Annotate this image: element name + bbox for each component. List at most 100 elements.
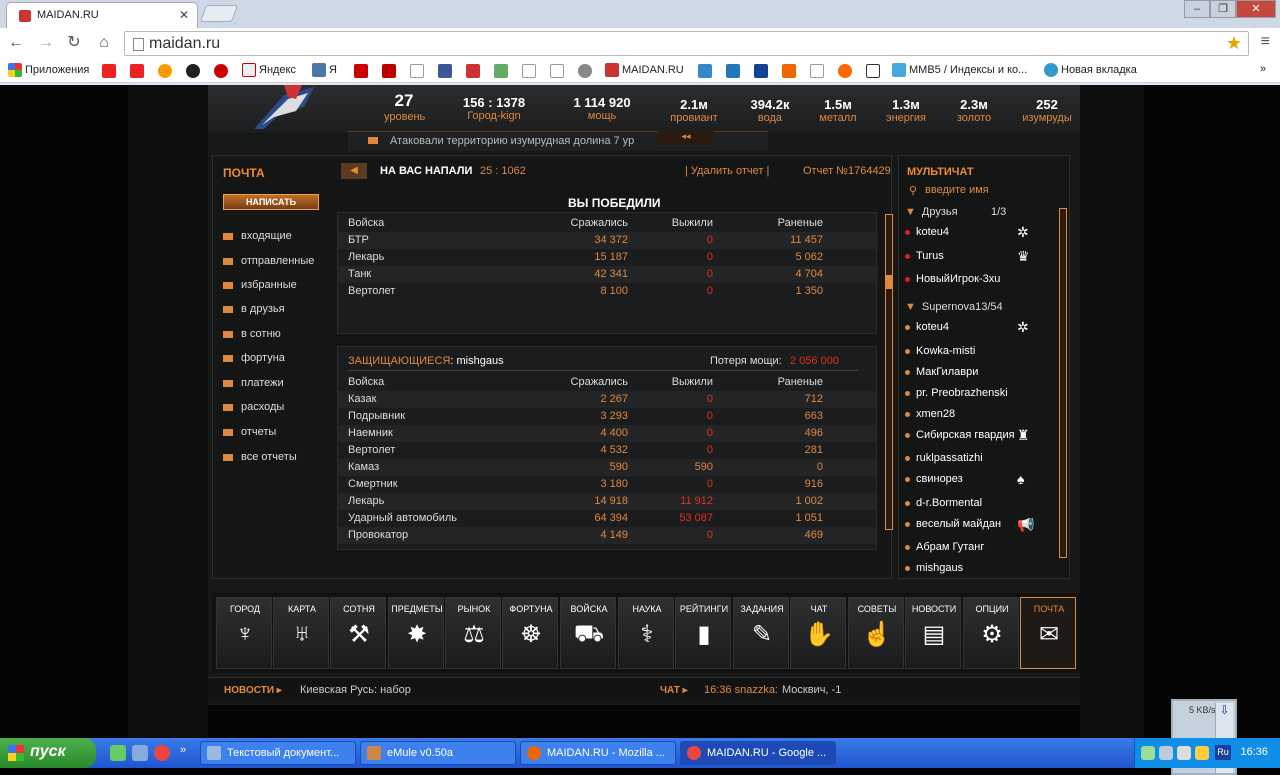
chat-user[interactable]: веселый майдан 📢 — [905, 518, 1055, 538]
start-button[interactable]: пуск — [0, 738, 96, 768]
chat-scrollbar[interactable] — [1059, 208, 1067, 558]
bookmark-icon[interactable] — [698, 64, 712, 78]
tray-icon[interactable] — [1159, 746, 1173, 760]
folder-sent[interactable]: отправленные — [223, 255, 314, 267]
chat-user[interactable]: Абрам Гутанг — [905, 541, 1055, 561]
bookmark-mmvb[interactable]: MMB5 / Индексы и ко... — [892, 63, 1027, 77]
close-window-button[interactable]: ✕ — [1236, 0, 1276, 18]
tab-maidan[interactable]: MAIDAN.RU ✕ — [6, 2, 198, 28]
chat-user[interactable]: koteu4 ✲ — [905, 321, 1055, 341]
chat-search-input[interactable]: ⚲ введите имя — [907, 184, 1067, 200]
tray-icon[interactable] — [1141, 746, 1155, 760]
chat-user[interactable]: Turus ♛ — [905, 250, 1055, 270]
home-icon[interactable]: ⌂ — [94, 33, 114, 53]
youtube-icon[interactable] — [130, 64, 144, 78]
page-icon[interactable] — [810, 64, 824, 78]
volume-icon[interactable] — [1195, 746, 1209, 760]
menu-items[interactable]: ПРЕДМЕТЫ ✸ — [388, 597, 444, 669]
menu-ratings[interactable]: РЕЙТИНГИ ▮ — [675, 597, 731, 669]
task-notepad[interactable]: Текстовый документ... — [200, 741, 356, 765]
bookmark-new-tab[interactable]: Новая вкладка — [1044, 63, 1137, 77]
menu-science[interactable]: НАУКА ⚕ — [618, 597, 674, 669]
menu-tips[interactable]: СОВЕТЫ ☝ — [848, 597, 904, 669]
chat-user[interactable]: pr. Preobrazhenski — [905, 387, 1055, 407]
report-scrollbar[interactable] — [885, 214, 893, 530]
folder-payments[interactable]: платежи — [223, 377, 284, 389]
language-indicator[interactable]: Ru — [1215, 745, 1231, 760]
folder-all-reports[interactable]: все отчеты — [223, 451, 297, 463]
menu-fortune[interactable]: ФОРТУНА ☸ — [502, 597, 558, 669]
menu-map[interactable]: КАРТА ♅ — [273, 597, 329, 669]
reload-icon[interactable]: ↻ — [64, 33, 84, 53]
group-clan[interactable]: ▼ Supernova13/54 — [905, 301, 1003, 313]
menu-options[interactable]: ОПЦИИ ⚙ — [963, 597, 1019, 669]
menu-tasks[interactable]: ЗАДАНИЯ ✎ — [733, 597, 789, 669]
page-icon[interactable] — [410, 64, 424, 78]
emblem-icon[interactable] — [214, 64, 228, 78]
bookmark-icon[interactable] — [754, 64, 768, 78]
bookmark-icon[interactable] — [466, 64, 480, 78]
wikipedia-icon[interactable] — [550, 64, 564, 78]
chat-label[interactable]: ЧАТ ▸ — [660, 685, 688, 696]
chrome-icon[interactable] — [154, 745, 170, 761]
forward-arrow-icon[interactable]: → — [36, 33, 56, 53]
more-bookmarks-icon[interactable]: » — [1260, 63, 1266, 75]
menu-troops[interactable]: ВОЙСКА ⛟ — [560, 597, 616, 669]
news-text[interactable]: Киевская Русь: набор — [300, 684, 411, 696]
bookmark-icon[interactable] — [838, 64, 852, 78]
menu-news[interactable]: НОВОСТИ ▤ — [905, 597, 961, 669]
chat-user[interactable]: МакГилаври — [905, 366, 1055, 386]
chat-user[interactable]: d-r.Bormental — [905, 497, 1055, 517]
new-tab-button[interactable] — [199, 5, 239, 22]
quicklaunch-icon[interactable] — [132, 745, 148, 761]
menu-chat[interactable]: ЧАТ ✋ — [790, 597, 846, 669]
task-firefox[interactable]: MAIDAN.RU - Mozilla ... — [520, 741, 676, 765]
task-emule[interactable]: eMule v0.50a — [360, 741, 516, 765]
menu-mail[interactable]: ПОЧТА ✉ — [1020, 597, 1076, 669]
folder-fortune[interactable]: фортуна — [223, 352, 285, 364]
browser-menu-icon[interactable]: ≡ — [1261, 33, 1270, 51]
address-bar[interactable]: maidan.ru ★ — [124, 31, 1249, 56]
write-button[interactable]: НАПИСАТЬ — [223, 194, 319, 210]
back-button[interactable]: ◀ — [341, 163, 367, 179]
news-label[interactable]: НОВОСТИ ▸ — [224, 685, 282, 696]
bookmark-icon[interactable] — [578, 64, 592, 78]
back-arrow-icon[interactable]: ← — [6, 33, 26, 53]
chat-user[interactable]: xmen28 — [905, 408, 1055, 428]
soccer-ball-icon[interactable] — [186, 64, 200, 78]
chat-user[interactable]: свинорез ♠ — [905, 473, 1055, 493]
wikipedia-icon[interactable] — [522, 64, 536, 78]
folder-inbox[interactable]: входящие — [223, 230, 292, 242]
folder-expenses[interactable]: расходы — [223, 401, 284, 413]
youtube-icon[interactable] — [102, 64, 116, 78]
bookmark-vk[interactable]: Я — [312, 63, 337, 77]
bookmark-icon[interactable] — [782, 64, 796, 78]
menu-city[interactable]: ГОРОД ♆ — [216, 597, 272, 669]
bookmark-icon[interactable] — [158, 64, 172, 78]
attack-coords[interactable]: 25 : 1062 — [480, 165, 526, 177]
chat-user[interactable]: НовыйИгрок-3xu — [905, 273, 1055, 293]
chat-user[interactable]: koteu4 ✲ — [905, 226, 1055, 246]
chat-user[interactable]: ruklpassatizhi — [905, 452, 1055, 472]
quicklaunch-icon[interactable] — [110, 745, 126, 761]
home-icon[interactable] — [866, 64, 880, 78]
chat-user[interactable]: Kowka-misti — [905, 345, 1055, 365]
chat-user[interactable]: Сибирская гвардия ♜ — [905, 429, 1055, 449]
folder-reports[interactable]: отчеты — [223, 426, 276, 438]
close-tab-icon[interactable]: ✕ — [179, 8, 189, 22]
r-icon[interactable] — [382, 64, 396, 78]
folder-hundred[interactable]: в сотню — [223, 328, 281, 340]
menu-hundred[interactable]: СОТНЯ ⚒ — [330, 597, 386, 669]
scroll-thumb[interactable] — [886, 275, 892, 289]
k-icon[interactable] — [354, 64, 368, 78]
ticker-rewind-button[interactable]: ◂◂ — [658, 131, 714, 145]
bookmark-maidan[interactable]: MAIDAN.RU — [605, 63, 684, 77]
maximize-button[interactable]: ❐ — [1210, 0, 1236, 18]
bookmark-star-icon[interactable]: ★ — [1226, 33, 1242, 54]
group-friends[interactable]: ▼ Друзья 1/3 — [905, 206, 1006, 218]
more-quicklaunch-icon[interactable]: » — [180, 744, 186, 756]
facebook-icon[interactable] — [438, 64, 452, 78]
bookmark-yandex[interactable]: Яндекс — [242, 63, 296, 77]
task-chrome[interactable]: MAIDAN.RU - Google ... — [680, 741, 836, 765]
network-icon[interactable] — [1177, 746, 1191, 760]
